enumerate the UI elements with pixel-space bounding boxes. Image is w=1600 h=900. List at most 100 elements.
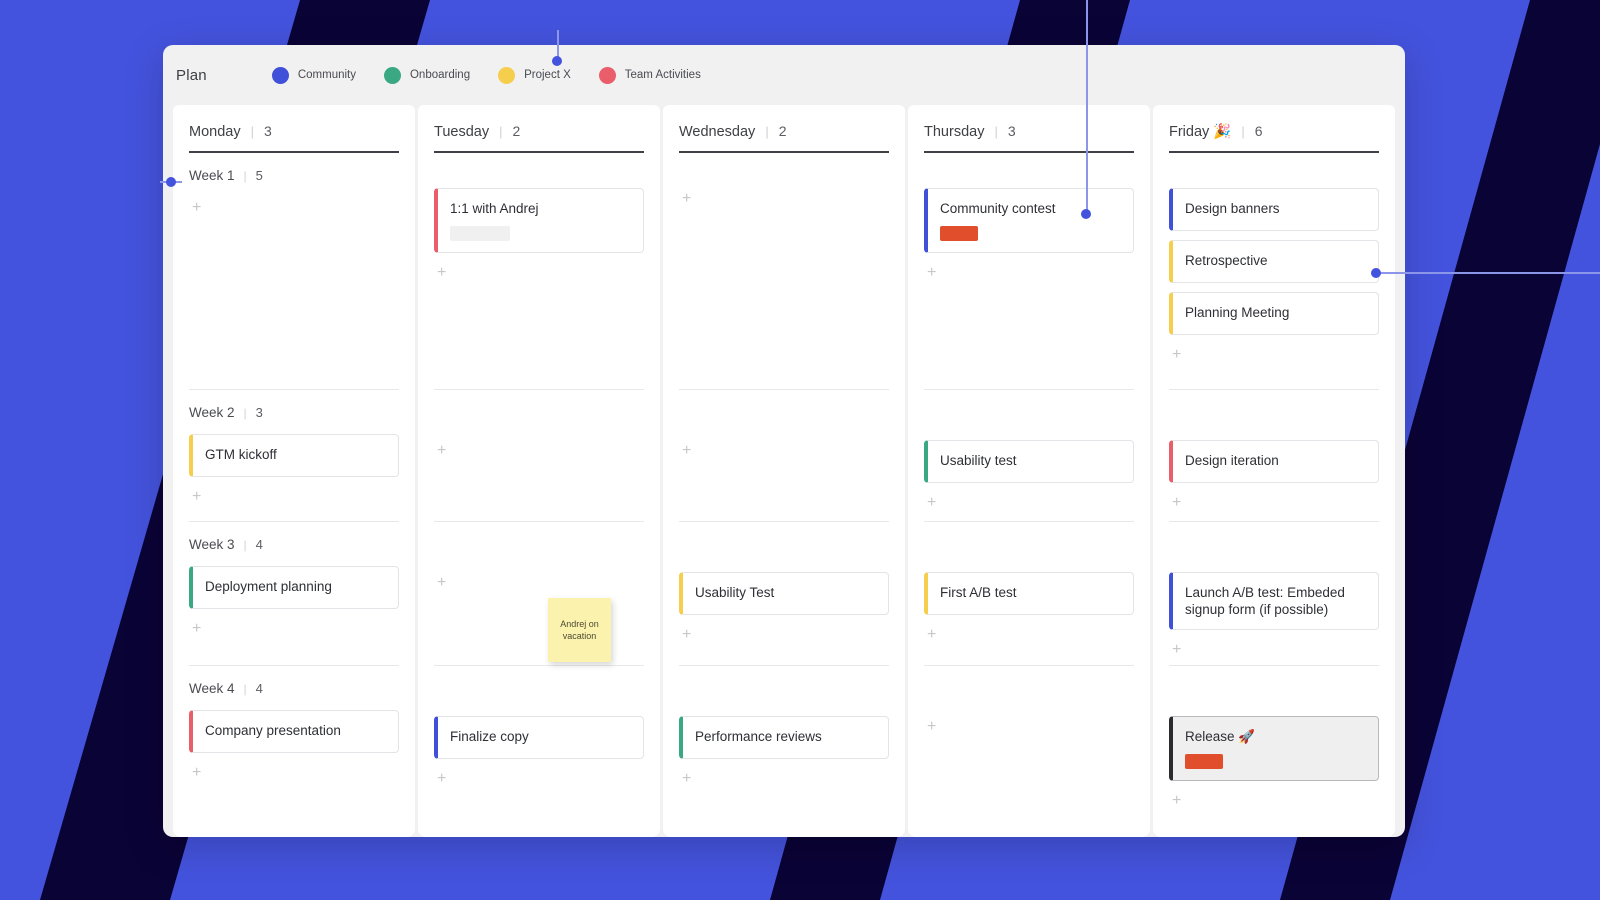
- add-card-button[interactable]: +: [1169, 344, 1187, 363]
- week-header-spacer: [679, 390, 889, 426]
- day-header: Monday | 3: [189, 123, 399, 140]
- add-card-button[interactable]: +: [189, 486, 207, 505]
- week-header-spacer: [679, 666, 889, 702]
- task-card[interactable]: Design banners: [1169, 187, 1379, 231]
- week-row: Usability test +: [924, 388, 1134, 521]
- task-card[interactable]: Deployment planning: [189, 565, 399, 609]
- task-card[interactable]: GTM kickoff: [189, 433, 399, 477]
- add-card-button[interactable]: +: [434, 440, 452, 459]
- task-card[interactable]: Retrospective: [1169, 239, 1379, 283]
- page-title: Plan: [176, 66, 207, 84]
- add-card-button[interactable]: +: [1169, 492, 1187, 511]
- task-card[interactable]: Release 🚀: [1169, 715, 1379, 781]
- week-header-spacer: [434, 390, 644, 426]
- legend-dot-icon: [498, 66, 516, 84]
- day-name: Wednesday: [679, 124, 756, 140]
- add-card-button[interactable]: +: [679, 768, 697, 787]
- add-card-button[interactable]: +: [1169, 790, 1187, 809]
- week-row: Community contest +: [924, 153, 1134, 389]
- task-card[interactable]: Performance reviews: [679, 715, 889, 759]
- week-row: Design iteration +: [1169, 388, 1379, 521]
- add-card-button[interactable]: +: [924, 716, 942, 735]
- task-card-placeholder: [450, 225, 510, 241]
- week-name: Week 2: [189, 404, 235, 420]
- add-card-button[interactable]: +: [679, 188, 697, 207]
- week-header-spacer: [434, 153, 644, 174]
- sticky-note[interactable]: Andrej on vacation: [548, 598, 611, 662]
- week-cards: Company presentation +: [189, 696, 399, 781]
- week-header-spacer: [1169, 390, 1379, 426]
- week-header-spacer: [434, 666, 644, 702]
- day-header: Friday 🎉 | 6: [1169, 123, 1379, 140]
- add-card-button[interactable]: +: [924, 624, 942, 643]
- add-card-button[interactable]: +: [679, 624, 697, 643]
- day-name: Friday 🎉: [1169, 124, 1232, 140]
- week-cards: +: [189, 183, 399, 216]
- add-card-button[interactable]: +: [1169, 639, 1187, 658]
- task-card[interactable]: Design iteration: [1169, 439, 1379, 483]
- day-separator: |: [1241, 124, 1245, 139]
- task-card-title: Planning Meeting: [1185, 304, 1290, 320]
- legend-dot-icon: [598, 66, 616, 84]
- week-cards: +: [679, 174, 889, 207]
- week-header-spacer: [1169, 522, 1379, 558]
- week-row: 1:1 with Andrej +: [434, 153, 644, 389]
- add-card-button[interactable]: +: [924, 492, 942, 511]
- task-card[interactable]: First A/B test: [924, 571, 1134, 615]
- day-name: Monday: [189, 124, 241, 140]
- task-card[interactable]: Planning Meeting: [1169, 291, 1379, 335]
- legend-item-onboarding[interactable]: Onboarding: [383, 66, 471, 84]
- week-cards: Usability Test +: [679, 558, 889, 643]
- day-header: Wednesday | 2: [679, 123, 889, 140]
- add-card-button[interactable]: +: [189, 618, 207, 637]
- task-card-title: Design banners: [1185, 200, 1280, 216]
- week-header-spacer: [924, 522, 1134, 558]
- day-column-friday: Friday 🎉 | 6 Design banners Retrospective Pla…: [1153, 105, 1395, 837]
- add-card-button[interactable]: +: [189, 197, 207, 216]
- week-row: +: [679, 388, 889, 521]
- connector-line-right: [1378, 272, 1600, 274]
- task-card[interactable]: Usability test: [924, 439, 1134, 483]
- task-card[interactable]: Usability Test: [679, 571, 889, 615]
- add-card-button[interactable]: +: [434, 768, 452, 787]
- legend-label: Team Activities: [624, 69, 701, 81]
- week-count: 5: [255, 167, 263, 183]
- task-card[interactable]: 1:1 with Andrej: [434, 187, 644, 253]
- week-cards: Finalize copy +: [434, 702, 644, 787]
- week-cards: GTM kickoff +: [189, 420, 399, 505]
- week-cards: 1:1 with Andrej +: [434, 174, 644, 281]
- add-card-button[interactable]: +: [679, 440, 697, 459]
- task-card[interactable]: Company presentation: [189, 709, 399, 753]
- week-header: Week 4 | 4: [189, 666, 399, 696]
- week-header-spacer: [679, 153, 889, 174]
- week-cards: Performance reviews +: [679, 702, 889, 787]
- day-column-monday: Monday | 3 Week 1 | 5 + Week 2 | 3 GTM kickoff + Wee…: [173, 105, 415, 837]
- add-card-button[interactable]: +: [924, 262, 942, 281]
- task-card[interactable]: Launch A/B test: Embeded signup form (if…: [1169, 571, 1379, 631]
- day-count: 3: [1007, 123, 1016, 139]
- add-card-button[interactable]: +: [434, 262, 452, 281]
- legend-item-community[interactable]: Community: [271, 66, 356, 84]
- task-card-title: Community contest: [940, 200, 1056, 216]
- task-card-title: Retrospective: [1185, 252, 1268, 268]
- week-name: Week 4: [189, 680, 235, 696]
- task-card-title: GTM kickoff: [205, 446, 277, 462]
- legend-item-project-x[interactable]: Project X: [498, 66, 571, 84]
- add-card-button[interactable]: +: [434, 572, 452, 591]
- week-row: Week 1 | 5 +: [189, 153, 399, 389]
- week-cards: +: [434, 426, 644, 459]
- week-row: First A/B test +: [924, 520, 1134, 665]
- week-row: +: [924, 664, 1134, 825]
- task-card[interactable]: Finalize copy: [434, 715, 644, 759]
- week-row: Release 🚀 +: [1169, 664, 1379, 825]
- task-card-title: Deployment planning: [205, 578, 332, 594]
- legend-item-team-activities[interactable]: Team Activities: [598, 66, 701, 84]
- connector-dot-top-center: [552, 56, 562, 66]
- plan-window: Plan Community Onboarding Project X Team Ac…: [163, 45, 1405, 837]
- week-cards: Usability test +: [924, 426, 1134, 511]
- task-card[interactable]: Community contest: [924, 187, 1134, 253]
- week-board: Monday | 3 Week 1 | 5 + Week 2 | 3 GTM kickoff + Wee…: [163, 105, 1405, 837]
- week-header: Week 1 | 5: [189, 153, 399, 183]
- add-card-button[interactable]: +: [189, 762, 207, 781]
- legend-label: Onboarding: [409, 69, 471, 81]
